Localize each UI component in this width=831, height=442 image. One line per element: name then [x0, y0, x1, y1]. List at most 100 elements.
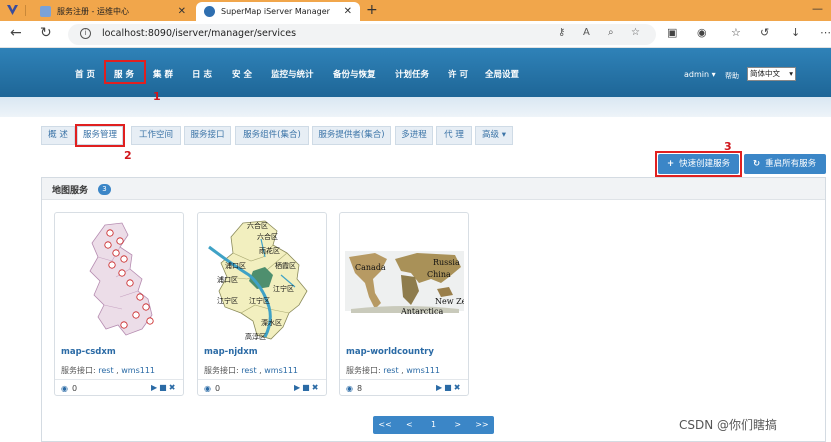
key-icon[interactable]: ⚷	[558, 27, 565, 38]
back-icon[interactable]: ←	[10, 25, 22, 41]
browser-tab-title: 服务注册 - 运维中心	[57, 7, 129, 16]
delete-icon[interactable]: ✖	[454, 383, 463, 392]
tab-multiprocess[interactable]: 多进程	[395, 126, 433, 145]
delete-icon[interactable]: ✖	[312, 383, 321, 392]
district-label: 江宁区	[217, 296, 238, 305]
map-thumbnail-worldcountry[interactable]: Canada Russia China New Ze Antarctica	[345, 217, 464, 342]
tab-service-interface[interactable]: 服务接口	[184, 126, 231, 145]
tab-service-components[interactable]: 服务组件(集合)	[235, 126, 309, 145]
annotation-2: 2	[124, 149, 132, 162]
read-aloud-icon[interactable]: A	[583, 27, 590, 38]
tab-overview[interactable]: 概 述	[41, 126, 75, 145]
map-thumbnail-csdxm[interactable]	[60, 217, 179, 342]
next-page-button[interactable]: >	[446, 416, 470, 434]
restart-all-services-button[interactable]: ↻ 重启所有服务	[744, 154, 826, 174]
start-icon[interactable]: ▶	[294, 383, 302, 392]
language-select[interactable]: 简体中文 ▾	[747, 67, 796, 81]
favorites-icon[interactable]: ☆	[731, 26, 741, 39]
header-subband	[0, 97, 831, 117]
delete-icon[interactable]: ✖	[169, 383, 178, 392]
close-tab-icon[interactable]: ✕	[344, 6, 352, 17]
url-field[interactable]: i localhost:8090/iserver/manager/service…	[68, 24, 656, 45]
tab-proxy[interactable]: 代 理	[436, 126, 472, 145]
district-label: 江宁区	[273, 284, 294, 293]
district-label: 浦口区	[225, 261, 246, 270]
menu-backup[interactable]: 备份与恢复	[333, 68, 376, 80]
tab-advanced[interactable]: 高级 ▾	[475, 126, 513, 145]
service-name-link[interactable]: map-csdxm	[61, 347, 116, 357]
menu-icon[interactable]: ⋯	[820, 26, 831, 39]
minimize-window-icon[interactable]: —	[812, 2, 823, 15]
browser-tab-strip: 服务注册 - 运维中心 ✕ SuperMap iServer Manager ✕…	[0, 0, 831, 21]
page-1-button[interactable]: 1	[421, 416, 445, 434]
rest-link[interactable]: rest	[383, 366, 398, 375]
reload-icon[interactable]: ↻	[40, 25, 52, 41]
service-name-link[interactable]: map-worldcountry	[346, 347, 434, 357]
supermap-favicon-icon	[204, 6, 215, 17]
browser-tab-iserver[interactable]: SuperMap iServer Manager ✕	[196, 2, 360, 21]
service-actions: ▶■✖	[436, 383, 462, 392]
site-info-icon[interactable]: i	[80, 28, 91, 39]
stop-icon[interactable]: ■	[159, 383, 169, 392]
district-label: 六合区	[247, 221, 268, 230]
help-link[interactable]: 帮助	[725, 71, 739, 81]
last-page-button[interactable]: >>	[470, 416, 494, 434]
wms111-link[interactable]: wms111	[264, 366, 298, 375]
district-label: 江宁区	[249, 296, 270, 305]
eye-icon: ◉	[346, 384, 353, 393]
stop-icon[interactable]: ■	[302, 383, 312, 392]
download-icon[interactable]: ↓	[791, 26, 800, 39]
menu-logs[interactable]: 日 志	[192, 68, 212, 80]
extensions-icon[interactable]: ◉	[697, 26, 707, 39]
menu-cluster[interactable]: 集 群	[153, 68, 173, 80]
address-bar: ← ↻ i localhost:8090/iserver/manager/ser…	[0, 21, 831, 48]
map-thumbnail-njdxm[interactable]: 六合区 六合区 雨花区 浦口区 栖霞区 浦口区 江宁区 江宁区 江宁区 溧水区 …	[203, 217, 322, 342]
service-card-footer: ◉ 0 ▶■✖	[198, 379, 326, 395]
tab-workspace[interactable]: 工作空间	[131, 126, 181, 145]
zoom-icon[interactable]: ⌕	[608, 27, 614, 38]
history-icon[interactable]: ↺	[760, 26, 769, 39]
service-card-worldcountry[interactable]: Canada Russia China New Ze Antarctica ma…	[339, 212, 469, 396]
tab-separator	[25, 5, 26, 16]
prev-page-button[interactable]: <	[397, 416, 421, 434]
tab-service-providers[interactable]: 服务提供者(集合)	[312, 126, 391, 145]
annotation-1: 1	[153, 90, 161, 103]
menu-scheduled-tasks[interactable]: 计划任务	[395, 68, 429, 80]
browser-tab-ops-center[interactable]: 服务注册 - 运维中心 ✕	[32, 2, 194, 21]
country-label: New Ze	[435, 297, 464, 306]
app-header: 首 页 服 务 集 群 日 志 安 全 监控与统计 备份与恢复 计划任务 许 可…	[0, 48, 831, 97]
service-name-link[interactable]: map-njdxm	[204, 347, 258, 357]
menu-global-settings[interactable]: 全局设置	[485, 68, 519, 80]
district-label: 雨花区	[259, 246, 280, 255]
close-tab-icon[interactable]: ✕	[178, 6, 186, 17]
stop-icon[interactable]: ■	[444, 383, 454, 392]
url-text: localhost:8090/iserver/manager/services	[102, 28, 297, 39]
interface-label: 服务接口:	[61, 366, 96, 375]
district-label: 溧水区	[261, 318, 282, 327]
menu-home[interactable]: 首 页	[75, 68, 95, 80]
start-icon[interactable]: ▶	[436, 383, 444, 392]
user-menu[interactable]: admin ▾	[684, 70, 716, 79]
view-count: 8	[357, 384, 363, 393]
menu-security[interactable]: 安 全	[232, 68, 252, 80]
service-card-njdxm[interactable]: 六合区 六合区 雨花区 浦口区 栖霞区 浦口区 江宁区 江宁区 江宁区 溧水区 …	[197, 212, 327, 396]
browser-logo-icon[interactable]	[6, 4, 19, 16]
start-icon[interactable]: ▶	[151, 383, 159, 392]
menu-monitoring[interactable]: 监控与统计	[271, 68, 314, 80]
favorite-add-icon[interactable]: ☆	[631, 27, 640, 38]
highlight-box-service-management	[75, 124, 125, 147]
new-tab-icon[interactable]: +	[366, 2, 378, 18]
panel-title: 地图服务	[52, 186, 89, 196]
menu-license[interactable]: 许 可	[448, 68, 468, 80]
rest-link[interactable]: rest	[98, 366, 113, 375]
chevron-down-icon: ▾	[789, 69, 793, 78]
tab-actions-icon[interactable]: ▣	[667, 26, 677, 39]
wms111-link[interactable]: wms111	[121, 366, 155, 375]
language-value: 简体中文	[750, 69, 780, 78]
refresh-icon: ↻	[753, 159, 761, 169]
wms111-link[interactable]: wms111	[406, 366, 440, 375]
first-page-button[interactable]: <<	[373, 416, 397, 434]
district-label: 浦口区	[217, 275, 238, 284]
service-card-csdxm[interactable]: map-csdxm 服务接口: rest , wms111 ◉ 0 ▶■✖	[54, 212, 184, 396]
rest-link[interactable]: rest	[241, 366, 256, 375]
